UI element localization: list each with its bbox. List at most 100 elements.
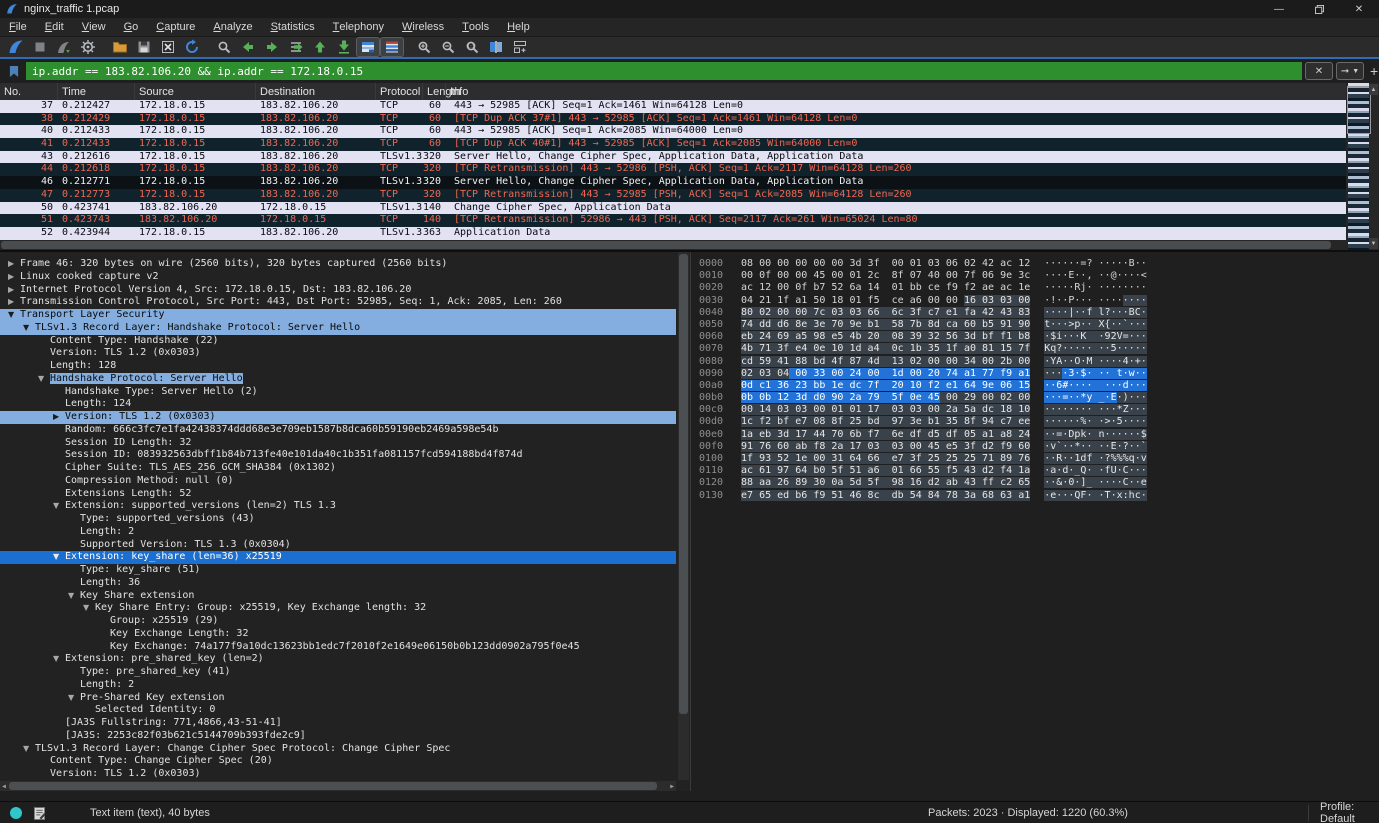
packet-row[interactable]: 520.423944172.18.0.15183.82.106.20TLSv1.… [0,227,1346,240]
column-header-info[interactable]: Info [446,83,1346,100]
detail-tree-row[interactable]: Session ID Length: 32 [0,437,676,450]
menu-analyze[interactable]: Analyze [204,18,261,36]
hex-row[interactable]: 00a00d c1 36 23 bb 1e dc 7f 20 10 f2 e1 … [691,380,1379,392]
collapse-arrow-icon[interactable]: ▼ [23,322,29,335]
packet-row[interactable]: 440.212618172.18.0.15183.82.106.20TCP320… [0,163,1346,176]
detail-tree-row[interactable]: Type: pre_shared_key (41) [0,666,676,679]
menu-help[interactable]: Help [498,18,539,36]
detail-tree-row[interactable]: Cipher Suite: TLS_AES_256_GCM_SHA384 (0x… [0,462,676,475]
hex-row[interactable]: 00e01a eb 3d 17 44 70 6b f7 6e df d5 df … [691,429,1379,441]
detail-tree-row[interactable]: ▼Key Share extension [0,590,676,603]
zoom-in-icon[interactable] [413,38,435,56]
detail-tree-row[interactable]: Length: 124 [0,398,676,411]
scrollbar-thumb[interactable] [1,241,1331,249]
detail-tree-row[interactable]: Content Type: Change Cipher Spec (20) [0,755,676,768]
detail-tree-row[interactable]: Handshake Type: Server Hello (2) [0,386,676,399]
hex-row[interactable]: 012088 aa 26 89 30 0a 5d 5f 98 16 d2 ab … [691,477,1379,489]
hex-row[interactable]: 001000 0f 00 00 45 00 01 2c 8f 07 40 00 … [691,270,1379,282]
collapse-arrow-icon[interactable]: ▼ [83,602,89,615]
restart-capture-icon[interactable] [53,38,75,56]
profile-status[interactable]: Profile: Default [1320,801,1379,823]
detail-tree-row[interactable]: ▶Linux cooked capture v2 [0,271,676,284]
hex-row[interactable]: 00704b 71 3f e4 0e 10 1d a4 0c 1b 35 1f … [691,343,1379,355]
column-header-protocol[interactable]: Protocol [376,83,423,100]
detail-tree-row[interactable]: ▶Version: TLS 1.2 (0x0303) [0,411,676,424]
hex-row[interactable]: 0130e7 65 ed b6 f9 51 46 8c db 54 84 78 … [691,490,1379,502]
filter-bookmark-icon[interactable] [2,61,26,81]
hex-row[interactable]: 000008 00 00 00 00 00 3d 3f 00 01 03 06 … [691,258,1379,270]
detail-tree-row[interactable]: ▼Extension: supported_versions (len=2) T… [0,500,676,513]
collapse-arrow-icon[interactable]: ▼ [8,309,14,322]
collapse-arrow-icon[interactable]: ▼ [38,373,44,386]
detail-vscrollbar[interactable] [678,252,689,780]
packet-row[interactable]: 500.423741183.82.106.20172.18.0.15TLSv1.… [0,202,1346,215]
menu-capture[interactable]: Capture [147,18,204,36]
scroll-left-icon[interactable]: ◀ [0,783,8,790]
hex-row[interactable]: 00c000 14 03 03 00 01 01 17 03 03 00 2a … [691,404,1379,416]
hex-row[interactable]: 00f091 76 60 ab f8 2a 17 03 03 00 45 e5 … [691,441,1379,453]
collapse-arrow-icon[interactable]: ▼ [68,590,74,603]
close-file-icon[interactable] [157,38,179,56]
stop-capture-icon[interactable] [29,38,51,56]
hex-row[interactable]: 0080cd 59 41 88 bd 4f 87 4d 13 02 00 00 … [691,356,1379,368]
packet-row[interactable]: 430.212616172.18.0.15183.82.106.20TLSv1.… [0,151,1346,164]
minimize-button[interactable]: — [1259,0,1299,18]
detail-tree-row[interactable]: Random: 666c3fc7e1fa42438374ddd68e3e709e… [0,424,676,437]
collapse-arrow-icon[interactable]: ▼ [53,653,59,666]
menu-edit[interactable]: Edit [36,18,73,36]
scrollbar-thumb[interactable] [9,782,657,790]
detail-tree-row[interactable]: ▼Extension: pre_shared_key (len=2) [0,653,676,666]
capture-comment-icon[interactable] [34,807,45,820]
detail-tree-row[interactable]: Length: 36 [0,577,676,590]
detail-tree-row[interactable]: Group: x25519 (29) [0,615,676,628]
column-header-destination[interactable]: Destination [256,83,376,100]
detail-tree-row[interactable]: Type: supported_versions (43) [0,513,676,526]
first-packet-icon[interactable] [309,38,331,56]
collapse-arrow-icon[interactable]: ▼ [68,692,74,705]
expand-arrow-icon[interactable]: ▶ [8,258,14,271]
filter-clear-button[interactable]: ✕ [1305,62,1333,80]
detail-tree-row[interactable]: ▼Transport Layer Security [0,309,676,322]
hex-row[interactable]: 009002 03 04 00 33 00 24 00 1d 00 20 74 … [691,368,1379,380]
restore-button[interactable] [1299,0,1339,18]
detail-tree-row[interactable]: Extensions Length: 52 [0,488,676,501]
collapse-arrow-icon[interactable]: ▼ [53,500,59,513]
detail-tree-row[interactable]: ▶Frame 46: 320 bytes on wire (2560 bits)… [0,258,676,271]
scrollbar-thumb[interactable] [679,254,688,714]
resize-columns-icon[interactable] [485,38,507,56]
go-to-packet-icon[interactable] [285,38,307,56]
detail-tree-row[interactable]: Length: 128 [0,360,676,373]
packet-row[interactable]: 510.423743183.82.106.20172.18.0.15TCP140… [0,214,1346,227]
hex-row[interactable]: 00d01c f2 bf e7 08 8f 25 bd 97 3e b1 35 … [691,416,1379,428]
detail-tree-row[interactable]: Compression Method: null (0) [0,475,676,488]
next-packet-icon[interactable] [261,38,283,56]
zoom-out-icon[interactable] [437,38,459,56]
menu-statistics[interactable]: Statistics [262,18,324,36]
expand-arrow-icon[interactable]: ▶ [8,284,14,297]
layout-columns-icon[interactable] [509,38,531,56]
capture-options-icon[interactable] [77,38,99,56]
packet-list-hscrollbar[interactable] [0,240,1346,250]
detail-tree-row[interactable]: Length: 2 [0,526,676,539]
scroll-right-icon[interactable]: ▶ [668,783,676,790]
zoom-reset-icon[interactable]: 1:1 [461,38,483,56]
start-capture-icon[interactable] [5,38,27,56]
detail-tree-row[interactable]: ▼Key Share Entry: Group: x25519, Key Exc… [0,602,676,615]
detail-tree-row[interactable]: ▶Internet Protocol Version 4, Src: 172.1… [0,284,676,297]
close-button[interactable]: ✕ [1339,0,1379,18]
expand-arrow-icon[interactable]: ▶ [53,411,59,424]
detail-tree-row[interactable]: Type: key_share (51) [0,564,676,577]
hex-row[interactable]: 00b00b 0b 12 3d d0 90 2a 79 5f 0e 45 00 … [691,392,1379,404]
column-header-time[interactable]: Time [58,83,135,100]
detail-tree-row[interactable]: [JA3S: 2253c82f03b621c5144709b393fde2c9] [0,730,676,743]
collapse-arrow-icon[interactable]: ▼ [23,743,29,756]
column-header-no[interactable]: No. [0,83,58,100]
detail-tree-row[interactable]: ▼Pre-Shared Key extension [0,692,676,705]
detail-tree-row[interactable]: ▼Handshake Protocol: Server Hello [0,373,676,386]
detail-tree-row[interactable]: Length: 2 [0,679,676,692]
packet-row[interactable]: 410.212433172.18.0.15183.82.106.20TCP60[… [0,138,1346,151]
auto-scroll-icon[interactable] [381,38,403,56]
detail-tree-row[interactable]: ▶Transmission Control Protocol, Src Port… [0,296,676,309]
filter-apply-button[interactable]: ➞▼ [1336,62,1364,80]
detail-tree-row[interactable]: [JA3S Fullstring: 771,4866,43-51-41] [0,717,676,730]
